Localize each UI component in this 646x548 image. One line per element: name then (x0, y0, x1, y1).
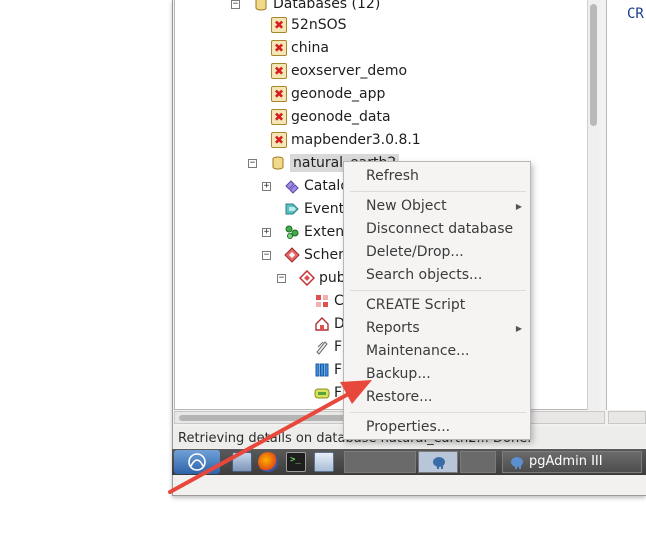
screenshot-stage: − Databases (12) 52nSOS china eoxserver_… (0, 0, 646, 548)
red-arrow-annotation (168, 380, 372, 494)
